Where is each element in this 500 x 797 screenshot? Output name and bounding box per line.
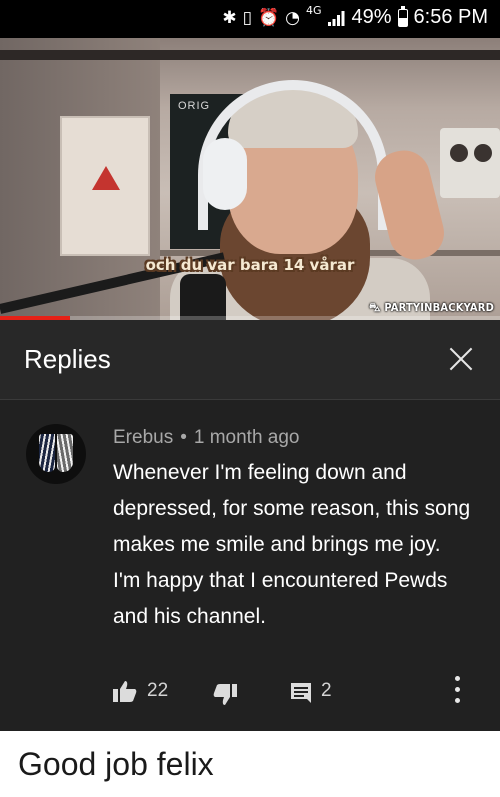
meme-caption: Good job felix — [18, 746, 214, 782]
video-player[interactable]: ORIG och du var bara 14 vårar ⛍ PARTYINB… — [0, 38, 500, 320]
vibrate-icon: ▯ — [242, 7, 252, 28]
battery-percent: 49% — [351, 6, 392, 28]
status-bar: ✱ ▯ ⏰ ◔ 4G 49% 6:56 PM — [0, 0, 500, 38]
speaker — [440, 128, 500, 198]
raised-hand — [369, 144, 450, 266]
reply-count: 2 — [321, 680, 332, 701]
video-subtitle: och du var bara 14 vårar — [145, 256, 355, 274]
alarm-icon: ⏰ — [257, 7, 280, 28]
comment-time: 1 month ago — [193, 427, 300, 448]
close-icon[interactable] — [448, 346, 474, 372]
clock: 6:56 PM — [413, 6, 488, 28]
avatar[interactable] — [26, 424, 86, 484]
microphone — [180, 274, 226, 320]
like-count: 22 — [147, 680, 169, 701]
network-type: 4G — [305, 4, 322, 17]
meta-separator: • — [180, 427, 187, 448]
replies-title: Replies — [24, 344, 111, 374]
curtain-rail — [0, 50, 500, 60]
replies-header: Replies — [0, 320, 500, 400]
car-icon: ⛍ — [369, 301, 385, 314]
bluetooth-icon: ✱ — [222, 7, 237, 28]
comment-actions: 22 2 — [0, 676, 500, 720]
thumbs-down-icon[interactable] — [213, 684, 237, 706]
more-vertical-icon[interactable] — [452, 676, 462, 710]
reply-icon[interactable] — [290, 682, 312, 704]
battery-icon — [397, 5, 408, 27]
author-name[interactable]: Erebus — [113, 427, 173, 448]
poster-text: ORIG — [178, 100, 211, 112]
wall-poster — [60, 116, 150, 256]
comment-text: Whenever I'm feeling down and depressed,… — [113, 461, 471, 628]
channel-watermark: ⛍ PARTYINBACKYARD — [369, 301, 494, 314]
wifi-icon: ◔ — [285, 7, 300, 28]
comment-meta: Erebus • 1 month ago — [113, 427, 300, 449]
thumbs-up-icon[interactable] — [113, 680, 137, 702]
comment-thread: Erebus • 1 month ago Whenever I'm feeling … — [0, 400, 500, 731]
signal-icon — [328, 10, 345, 26]
